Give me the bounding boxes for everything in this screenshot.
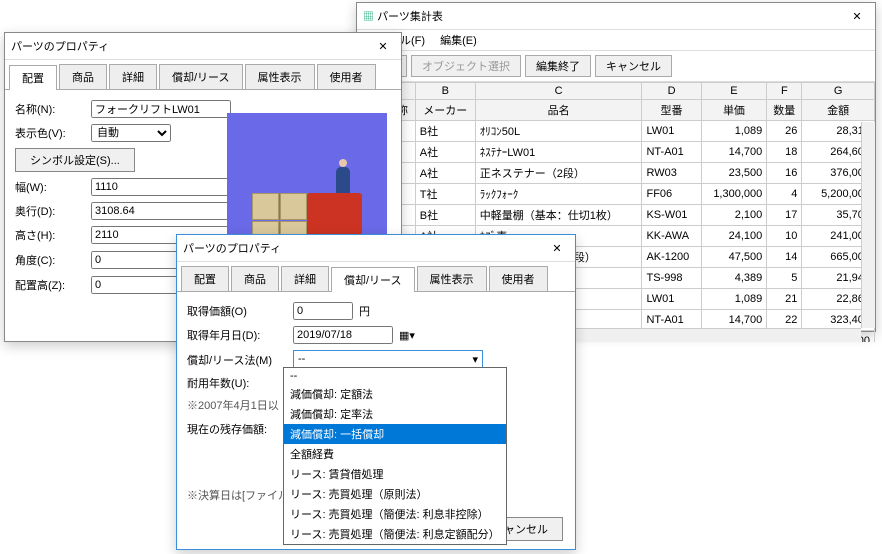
tab-user[interactable]: 使用者 — [489, 266, 548, 291]
label-color: 表示色(V): — [15, 125, 85, 141]
label-name: 名称(N): — [15, 101, 85, 117]
prop2-tabs: 配置 商品 詳細 償却/リース 属性表示 使用者 — [177, 262, 575, 292]
dropdown-option[interactable]: リース: 賃貸借処理 — [284, 464, 506, 484]
label-date: 取得年月日(D): — [187, 327, 287, 343]
dropdown-option[interactable]: リース: 売買処理（簡便法: 利息非控除） — [284, 504, 506, 524]
tab-product[interactable]: 商品 — [231, 266, 279, 291]
date-input[interactable] — [293, 326, 393, 344]
dropdown-option[interactable]: 減価償却: 定額法 — [284, 384, 506, 404]
sheet-menubar: ファイル(F) 編集(E) — [357, 30, 875, 51]
prop2-titlebar: パーツのプロパティ ✕ — [177, 235, 575, 262]
table-row[interactable]: A社ﾈｽﾃﾅｰLW01NT-A0114,70018264,600 — [358, 142, 875, 163]
chevron-down-icon: ▾ — [472, 353, 478, 366]
prop1-titlebar: パーツのプロパティ ✕ — [5, 33, 401, 60]
dropdown-option[interactable]: リース: 売買処理（原則法） — [284, 484, 506, 504]
tab-product[interactable]: 商品 — [59, 64, 107, 89]
table-row[interactable]: 倉庫1B社中軽量棚（基本：仕切1枚）KS-W012,1001735,700 — [358, 205, 875, 226]
symbol-button[interactable]: シンボル設定(S)... — [15, 148, 135, 172]
tab-placement[interactable]: 配置 — [181, 266, 229, 291]
label-height: 高さ(H): — [15, 227, 85, 243]
dropdown-option[interactable]: 全額経費 — [284, 444, 506, 464]
label-depth: 奥行(D): — [15, 203, 85, 219]
close-icon[interactable]: ✕ — [545, 239, 569, 257]
btn-cancel[interactable]: キャンセル — [595, 55, 672, 77]
close-icon[interactable]: ✕ — [845, 7, 869, 25]
table-row[interactable]: B社ｵﾘｺﾝ50LLW011,0892628,314 — [358, 121, 875, 142]
tab-attr[interactable]: 属性表示 — [417, 266, 487, 291]
label-residual: 現在の残存価額: — [187, 421, 287, 437]
color-select[interactable]: 自動 — [91, 124, 171, 142]
label-years: 耐用年数(U): — [187, 375, 287, 391]
sheet-title: パーツ集計表 — [377, 11, 443, 23]
close-icon[interactable]: ✕ — [371, 37, 395, 55]
dropdown-option[interactable]: 減価償却: 定率法 — [284, 404, 506, 424]
btn-select: オブジェクト選択 — [411, 55, 521, 77]
app-icon: ▦ — [363, 11, 374, 23]
acq-input[interactable] — [293, 302, 353, 320]
sheet-titlebar: ▦ パーツ集計表 ✕ — [357, 3, 875, 30]
properties-window-2: パーツのプロパティ ✕ 配置 商品 詳細 償却/リース 属性表示 使用者 取得価… — [176, 234, 576, 550]
label-method: 償却/リース法(M) — [187, 352, 287, 368]
tab-user[interactable]: 使用者 — [317, 64, 376, 89]
dropdown-option[interactable]: -- — [284, 368, 506, 384]
scrollbar-vertical[interactable] — [861, 122, 875, 328]
tab-attr[interactable]: 属性表示 — [245, 64, 315, 89]
method-dropdown[interactable]: --減価償却: 定額法減価償却: 定率法減価償却: 一括償却全額経費リース: 賃… — [283, 367, 507, 545]
label-angle: 角度(C): — [15, 252, 85, 268]
name-input[interactable] — [91, 100, 231, 118]
btn-endedit[interactable]: 編集終了 — [525, 55, 591, 77]
table-row[interactable]: T社ﾗｯｸﾌｫｰｸFF061,300,00045,200,000 — [358, 184, 875, 205]
prop1-title: パーツのプロパティ — [11, 38, 109, 54]
width-input[interactable] — [91, 178, 241, 196]
label-acq: 取得価額(O) — [187, 303, 287, 319]
prop2-title: パーツのプロパティ — [183, 240, 281, 256]
menu-edit[interactable]: 編集(E) — [434, 33, 483, 49]
label-z: 配置高(Z): — [15, 277, 85, 293]
tab-placement[interactable]: 配置 — [9, 65, 57, 90]
tab-depreciation[interactable]: 償却/リース — [331, 267, 415, 292]
calendar-icon[interactable]: ▦▾ — [399, 329, 415, 342]
tab-depreciation[interactable]: 償却/リース — [159, 64, 243, 89]
dropdown-option[interactable]: リース: 売買処理（簡便法: 利息定額配分） — [284, 524, 506, 544]
prop1-tabs: 配置 商品 詳細 償却/リース 属性表示 使用者 — [5, 60, 401, 90]
tab-detail[interactable]: 詳細 — [109, 64, 157, 89]
depth-input[interactable] — [91, 202, 241, 220]
table-row[interactable]: A社正ネステナー（2段）RW0323,50016376,000 — [358, 163, 875, 184]
tab-detail[interactable]: 詳細 — [281, 266, 329, 291]
label-width: 幅(W): — [15, 179, 85, 195]
sheet-toolbar: 変更 オブジェクト選択 編集終了 キャンセル — [357, 51, 875, 82]
dropdown-option[interactable]: 減価償却: 一括償却 — [284, 424, 506, 444]
